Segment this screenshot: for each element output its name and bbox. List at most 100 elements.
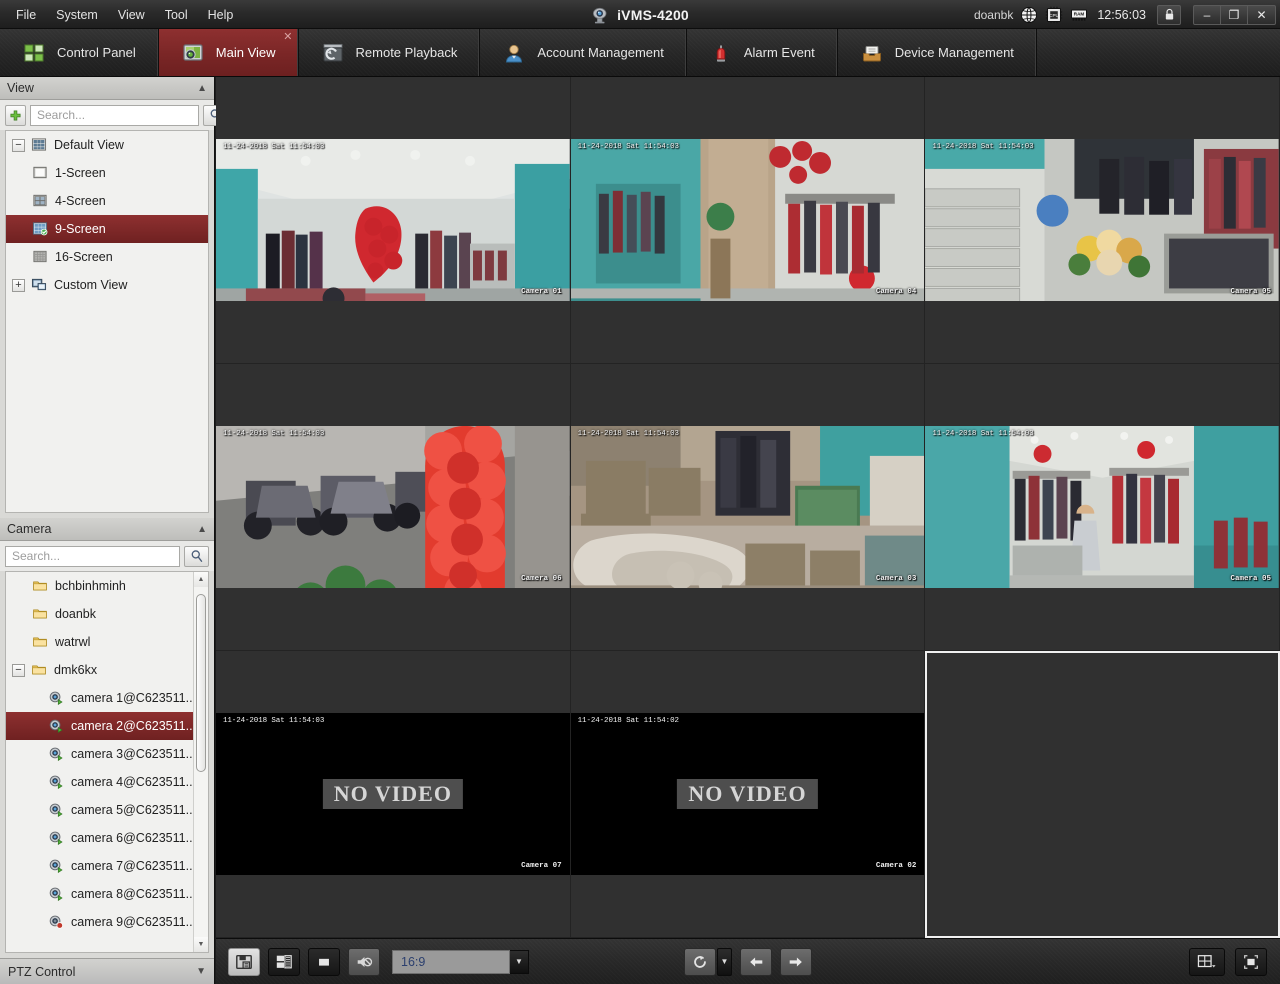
video-stream: 11-24-2018 Sat 11:54:03 Camera 05	[925, 139, 1279, 301]
tree-item-9-screen[interactable]: 9-Screen	[6, 215, 208, 243]
menu-system[interactable]: System	[46, 4, 108, 26]
scroll-up-arrow[interactable]: ▲	[194, 572, 208, 587]
tree-item-default-view[interactable]: − Default View	[6, 131, 208, 159]
collapse-expander[interactable]: −	[12, 138, 25, 152]
camera-logo-icon	[591, 6, 610, 24]
chevron-up-icon[interactable]: ▲	[197, 83, 207, 94]
globe-icon[interactable]	[1020, 6, 1038, 24]
video-cell-1[interactable]: 11-24-2018 Sat 11:54:03 Camera 01	[216, 77, 571, 364]
auto-switch-icon[interactable]	[684, 947, 716, 976]
chevron-down-icon[interactable]: ▼	[717, 947, 732, 976]
search-icon[interactable]	[184, 545, 209, 567]
tree-item-4-screen[interactable]: 4-Screen	[6, 187, 208, 215]
ram-icon[interactable]: RAM	[1070, 6, 1088, 24]
video-cell-3[interactable]: 11-24-2018 Sat 11:54:03 Camera 05	[925, 77, 1280, 364]
tree-item-camera-2[interactable]: camera 2@C623511...	[6, 712, 193, 740]
tree-item-camera-6[interactable]: camera 6@C623511...	[6, 824, 193, 852]
svg-text:RAM: RAM	[1074, 11, 1085, 16]
tree-item-camera-9[interactable]: camera 9@C623511...	[6, 908, 193, 936]
stop-icon[interactable]	[308, 947, 340, 976]
close-icon[interactable]: ✕	[283, 32, 292, 43]
screen-9-icon	[32, 221, 49, 237]
tree-item-camera-8[interactable]: camera 8@C623511...	[6, 880, 193, 908]
menu-help[interactable]: Help	[198, 4, 244, 26]
scene-stairwell-flowers	[925, 139, 1279, 301]
speaker-mute-icon[interactable]	[348, 947, 380, 976]
tree-item-dmk6kx[interactable]: − dmk6kx	[6, 656, 193, 684]
camera-search-input[interactable]	[5, 545, 180, 567]
view-panel-header[interactable]: View ▲	[0, 77, 214, 100]
tree-item-camera-4[interactable]: camera 4@C623511...	[6, 768, 193, 796]
video-cell-4[interactable]: 11-24-2018 Sat 11:54:03 Camera 06	[216, 364, 571, 651]
scene-street-scooters	[216, 426, 570, 588]
tab-label: Device Management	[894, 45, 1014, 60]
tree-item-bchbinhminh[interactable]: bchbinhminh	[6, 572, 193, 600]
tree-item-16-screen[interactable]: 16-Screen	[6, 243, 208, 271]
osd-timestamp: 11-24-2018 Sat 11:54:03	[223, 430, 325, 439]
arrow-right-icon[interactable]	[780, 947, 812, 976]
tab-control-panel[interactable]: Control Panel	[0, 29, 159, 76]
camera-panel-header[interactable]: Camera ▲	[0, 518, 214, 541]
window-layout-icon[interactable]	[268, 947, 300, 976]
video-stream: 11-24-2018 Sat 11:54:03 Camera 01	[216, 139, 570, 301]
arrow-left-icon[interactable]	[740, 947, 772, 976]
video-cell-8[interactable]: 11-24-2018 Sat 11:54:02 NO VIDEO Camera …	[570, 651, 926, 938]
tab-device-management[interactable]: Device Management	[838, 29, 1037, 76]
camera-search-row	[0, 541, 214, 571]
restore-button[interactable]: ❐	[1221, 5, 1248, 24]
tab-alarm-event[interactable]: Alarm Event	[687, 29, 838, 76]
camera-online-icon	[48, 718, 65, 734]
tree-item-custom-view[interactable]: + Custom View	[6, 271, 208, 299]
tab-account-management[interactable]: Account Management	[480, 29, 687, 76]
tree-item-1-screen[interactable]: 1-Screen	[6, 159, 208, 187]
tree-item-label: camera 2@C623511...	[71, 719, 193, 733]
split-window-icon[interactable]	[1189, 947, 1225, 976]
plus-icon[interactable]	[5, 104, 26, 126]
chevron-down-icon[interactable]: ▼	[196, 966, 206, 977]
folder-icon	[32, 634, 49, 650]
osd-timestamp: 11-24-2018 Sat 11:54:03	[932, 430, 1034, 439]
tab-remote-playback[interactable]: Remote Playback	[299, 29, 481, 76]
menu-tool[interactable]: Tool	[155, 4, 198, 26]
close-button[interactable]: ✕	[1248, 6, 1275, 24]
tree-item-camera-7[interactable]: camera 7@C623511...	[6, 852, 193, 880]
lock-icon[interactable]	[1157, 4, 1181, 25]
camera-online-icon	[48, 746, 65, 762]
capture-picture-icon[interactable]	[228, 947, 260, 976]
osd-camera-label: Camera 01	[521, 287, 562, 296]
video-cell-6[interactable]: 11-24-2018 Sat 11:54:03 Camera 05	[925, 364, 1280, 651]
tree-item-label: 1-Screen	[55, 166, 106, 180]
tree-item-camera-3[interactable]: camera 3@C623511...	[6, 740, 193, 768]
tree-item-label: Custom View	[54, 278, 128, 292]
video-cell-5[interactable]: 11-24-2018 Sat 11:54:03 Camera 03	[570, 364, 926, 651]
tree-item-watrwl[interactable]: watrwl	[6, 628, 193, 656]
aspect-ratio-select[interactable]: 16:9 ▼	[392, 949, 529, 974]
menu-view[interactable]: View	[108, 4, 155, 26]
aspect-ratio-value[interactable]: 16:9	[392, 949, 510, 974]
osd-camera-label: Camera 04	[875, 287, 917, 296]
fullscreen-icon[interactable]	[1235, 947, 1267, 976]
chevron-up-icon[interactable]: ▲	[197, 524, 207, 535]
expand-expander[interactable]: +	[12, 278, 25, 292]
camera-online-icon	[48, 690, 65, 706]
camera-tree-scrollbar[interactable]: ▲ ▼	[193, 572, 208, 952]
collapse-expander[interactable]: −	[12, 663, 25, 677]
video-cell-2[interactable]: 11-24-2018 Sat 11:54:03 Camera 04	[570, 77, 926, 364]
device-box-icon	[860, 42, 884, 64]
osd-timestamp: 11-24-2018 Sat 11:54:02	[577, 717, 679, 726]
tab-main-view[interactable]: Main View ✕	[158, 29, 299, 76]
tree-item-camera-5[interactable]: camera 5@C623511...	[6, 796, 193, 824]
cpu-icon[interactable]: CPU	[1045, 6, 1063, 24]
menu-file[interactable]: File	[6, 4, 46, 26]
video-cell-7[interactable]: 11-24-2018 Sat 11:54:03 NO VIDEO Camera …	[216, 651, 571, 938]
scrollbar-thumb[interactable]	[196, 594, 206, 772]
minimize-button[interactable]: –	[1194, 5, 1221, 24]
osd-timestamp: 11-24-2018 Sat 11:54:03	[932, 143, 1034, 152]
tree-item-doanbk[interactable]: doanbk	[6, 600, 193, 628]
video-cell-9[interactable]	[925, 651, 1280, 938]
ptz-control-panel-header[interactable]: PTZ Control ▼	[0, 958, 214, 984]
chevron-down-icon[interactable]: ▼	[510, 949, 529, 974]
tree-item-camera-1[interactable]: camera 1@C623511...	[6, 684, 193, 712]
scroll-down-arrow[interactable]: ▼	[194, 937, 208, 952]
view-search-input[interactable]	[30, 104, 199, 126]
